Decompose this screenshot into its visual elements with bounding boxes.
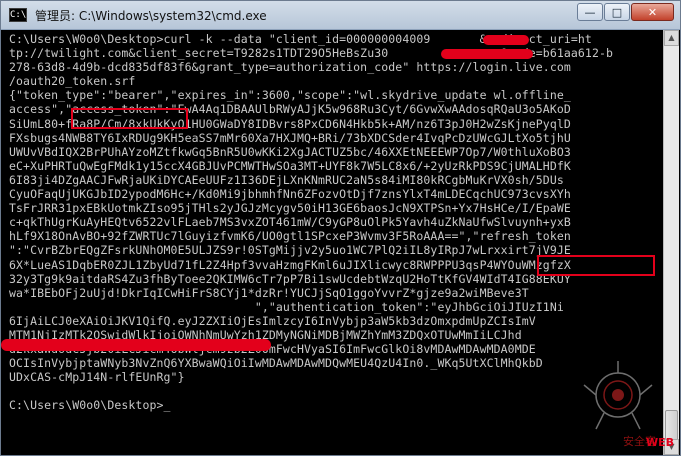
window-controls: — □ ✕ (576, 3, 674, 21)
console-line: TsFrJRR31pxEBkUotmkZIso95jTHls2yJGJzMcyg… (9, 201, 571, 216)
console-line: ","authentication_token":"eyJhbGciOiJIUz… (9, 299, 564, 314)
console-line: hLf9X18OnAvBO+92fZWRTUc7lGuyizfvmK6/UO0g… (9, 229, 571, 244)
title-bar[interactable]: C:\ 管理员: C:\Windows\system32\cmd.exe — □… (1, 1, 680, 30)
console-line: C:\Users\W0o0\Desktop>curl -k --data "cl… (9, 32, 592, 46)
console-line: 6IjAiLCJ0eXAiOiJKV1QifQ.eyJ2ZXIiOjEsImlz… (9, 313, 536, 328)
console-line: UWUvVBdIQX2BrPUhAYzoMZtfkwGq5BnR5U0wKKi2… (9, 144, 571, 159)
console-line: 278-63d8-4d9b-dcd835df83f6&grant_type=au… (9, 60, 571, 75)
maximize-button[interactable]: □ (604, 3, 630, 21)
console-line: tp://twilight.com&client_secret=T9282s1T… (9, 46, 614, 61)
minimize-button[interactable]: — (577, 3, 603, 21)
redaction-refresh-token-tail (1, 339, 271, 351)
cmd-app-icon: C:\ (9, 8, 27, 22)
access-token-highlight (71, 108, 188, 129)
redaction-client-secret (441, 49, 533, 59)
vertical-scrollbar[interactable]: ▲ ▼ (663, 30, 679, 455)
watermark-brand: WEB (645, 436, 674, 449)
console-output[interactable]: C:\Users\W0o0\Desktop>curl -k --data "cl… (9, 32, 664, 452)
window-title: 管理员: C:\Windows\system32\cmd.exe (35, 8, 267, 23)
console-line: OCIsInVybjptaWNyb3NvZnQ6YXBwaWQiOiIwMDAw… (9, 356, 543, 371)
refresh-token-highlight (537, 255, 655, 276)
console-line: {"token_type":"bearer","expires_in":3600… (9, 88, 571, 103)
redaction-client-id (483, 35, 529, 45)
console-line: C:\Users\W0o0\Desktop>_ (9, 398, 171, 413)
console-line: c+qkThUgrKuAyHEQtv6522vlFLaeb7MS3vxZOT46… (9, 215, 571, 230)
console-line: FXsbugs4NWB8TY6IxRDUg9KH5eaSS7mMr60Xa7HX… (9, 130, 571, 145)
console-line: 6I83ji4DZgAACJFwRjaUKiDYCAEeUUFz1I36DEjL… (9, 172, 564, 187)
console-line: wa*IBEbOFj2uUjd!DkrIqICwHiFrS8CYj1*dzRr!… (9, 285, 529, 300)
console-line: CyuOFaqUjUKGJbID2ypodM6Hc+/Kd0Mi9jbhmhfN… (9, 187, 571, 202)
scroll-up-arrow-icon[interactable]: ▲ (664, 30, 679, 46)
console-line: eC+XuPHRTuQwEgFMdk1y15ccX4GBJUvPCMWTHwSO… (9, 158, 571, 173)
cmd-window: C:\ 管理员: C:\Windows\system32\cmd.exe — □… (0, 0, 681, 456)
close-button[interactable]: ✕ (631, 3, 674, 21)
console-line: UDxCAS-cMpJ14N-rlfEUnRg"} (9, 370, 185, 385)
console-line: /oauth20_token.srf (9, 74, 136, 89)
console-text: C:\Users\W0o0\Desktop>curl -k --data "cl… (9, 32, 664, 413)
